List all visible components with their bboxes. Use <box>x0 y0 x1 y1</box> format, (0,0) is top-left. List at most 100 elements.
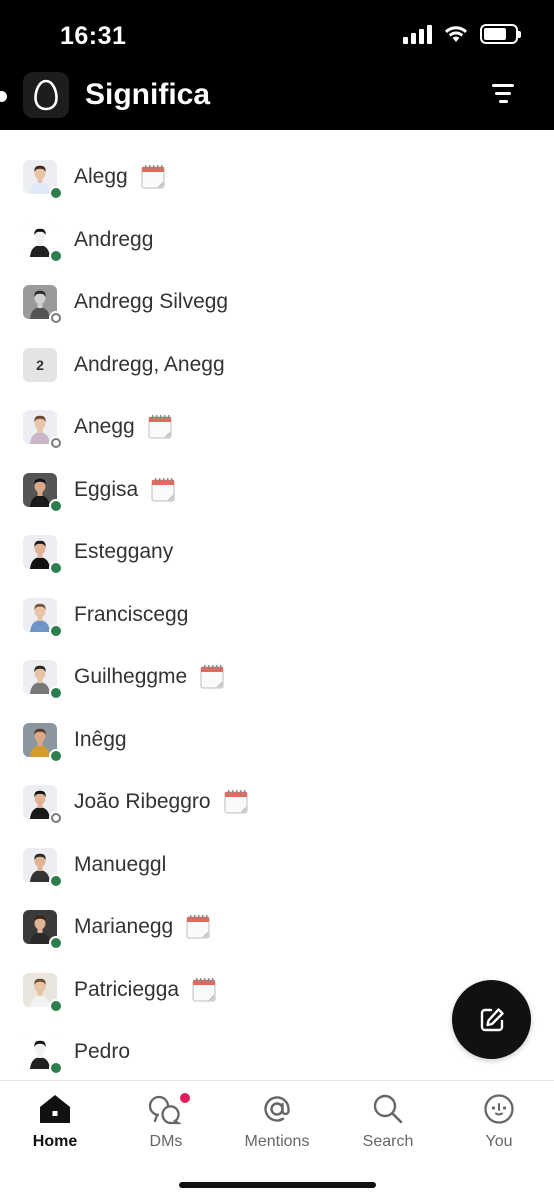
presence-active-indicator <box>49 686 63 700</box>
presence-active-indicator <box>49 561 63 575</box>
dm-list-item[interactable]: Esteggany <box>0 521 554 583</box>
dm-name-wrap: Esteggany <box>74 540 173 564</box>
dm-name: Pedro <box>74 1040 131 1063</box>
egg-icon <box>34 79 58 111</box>
filter-button[interactable] <box>490 84 516 106</box>
dm-list-item[interactable]: João Ribeggro <box>0 771 554 833</box>
tab-label: Search <box>362 1133 414 1150</box>
battery-icon <box>480 24 521 44</box>
calendar-status-icon <box>223 789 249 815</box>
dm-list-item[interactable]: Andregg Silvegg <box>0 271 554 333</box>
status-time: 16:31 <box>60 22 127 50</box>
dm-name-wrap: Pedro <box>74 1040 130 1064</box>
dm-name-wrap: Manueggl <box>74 853 166 877</box>
dm-name: Franciscegg <box>74 602 189 626</box>
avatar <box>23 1035 63 1075</box>
calendar-status-icon <box>140 164 166 190</box>
tab-label: Mentions <box>244 1133 310 1150</box>
presence-away-indicator <box>49 811 63 825</box>
avatar <box>23 910 63 950</box>
dm-list-item[interactable]: Manueggl <box>0 834 554 896</box>
presence-active-indicator <box>49 1061 63 1075</box>
tab-label: You <box>485 1133 513 1150</box>
tab-mentions[interactable]: Mentions <box>222 1091 332 1151</box>
dm-name: Patriciegga <box>74 977 180 1001</box>
avatar <box>23 222 63 263</box>
dm-list-item[interactable]: 2 Andregg, Anegg <box>0 334 554 396</box>
tab-label: Home <box>32 1133 78 1150</box>
dm-name-wrap: Eggisa <box>74 477 176 503</box>
workspace-name[interactable]: Significa <box>85 78 210 112</box>
dm-name-wrap: João Ribeggro <box>74 789 249 815</box>
avatar <box>23 847 63 888</box>
dm-name: Eggisa <box>74 477 139 501</box>
wifi-icon <box>445 26 467 42</box>
dm-list-item[interactable]: Alegg <box>0 146 554 208</box>
dm-name: Andregg <box>74 227 154 251</box>
presence-active-indicator <box>49 998 63 1013</box>
avatar <box>23 410 63 450</box>
you-icon <box>481 1091 517 1127</box>
presence-active-indicator <box>49 873 63 888</box>
home-indicator[interactable] <box>179 1182 376 1188</box>
dm-name: Guilheggme <box>74 665 188 688</box>
dm-name-wrap: Marianegg <box>74 914 211 940</box>
conversation-list[interactable]: Alegg Andregg Andregg Silvegg 2 Andregg, Ane… <box>0 130 554 1080</box>
calendar-status-icon <box>150 477 176 503</box>
avatar <box>23 722 63 763</box>
avatar <box>23 660 63 700</box>
search-icon <box>370 1091 406 1127</box>
filter-icon <box>492 84 514 87</box>
dm-list-item[interactable]: Andregg <box>0 209 554 271</box>
tab-label: DMs <box>149 1133 183 1150</box>
dm-name: Alegg <box>74 165 128 188</box>
workspace-logo[interactable] <box>23 72 69 118</box>
dm-name-wrap: Franciscegg <box>74 603 188 627</box>
calendar-status-icon <box>147 414 173 440</box>
dm-name-wrap: Andregg <box>74 228 153 252</box>
calendar-status-icon <box>185 914 211 940</box>
presence-away-indicator <box>49 436 63 450</box>
dm-name: Anegg <box>74 415 135 438</box>
presence-active-indicator <box>49 186 63 200</box>
tab-dms[interactable]: DMs <box>111 1091 221 1151</box>
unread-indicator-dot <box>0 91 7 102</box>
dm-list-item[interactable]: Marianegg <box>0 896 554 958</box>
dm-list-item[interactable]: Anegg <box>0 396 554 458</box>
avatar <box>23 785 63 825</box>
dm-name-wrap: Inêgg <box>74 728 127 752</box>
presence-active-indicator <box>49 623 63 638</box>
dm-list-item[interactable]: Inêgg <box>0 709 554 771</box>
calendar-status-icon <box>199 664 225 690</box>
avatar <box>23 472 63 513</box>
dm-name: Marianegg <box>74 915 174 938</box>
tab-bar: Home DMs Mentions Search You <box>0 1080 554 1200</box>
compose-icon <box>480 1007 504 1031</box>
avatar <box>23 972 63 1013</box>
dm-name-wrap: Andregg Silvegg <box>74 290 228 314</box>
dm-list-item[interactable]: Eggisa <box>0 459 554 521</box>
avatar <box>23 160 63 200</box>
dm-name: Andregg Silvegg <box>74 290 229 313</box>
dm-name-wrap: Andregg, Anegg <box>74 353 225 377</box>
tab-search[interactable]: Search <box>333 1091 443 1151</box>
avatar <box>23 285 63 325</box>
dm-list-item[interactable]: Franciscegg <box>0 584 554 646</box>
top-bar: 16:31 Significa <box>0 0 554 130</box>
dm-list-item[interactable]: Guilheggme <box>0 646 554 708</box>
avatar <box>23 535 63 575</box>
presence-active-indicator <box>49 936 63 950</box>
dm-name: João Ribeggro <box>74 790 211 813</box>
dm-name-wrap: Guilheggme <box>74 664 225 690</box>
dm-name-wrap: Anegg <box>74 414 173 440</box>
dm-name-wrap: Patriciegga <box>74 977 217 1003</box>
tab-home[interactable]: Home <box>0 1091 110 1151</box>
presence-active-indicator <box>49 748 63 763</box>
tab-you[interactable]: You <box>444 1091 554 1151</box>
presence-away-indicator <box>49 311 63 325</box>
status-icons <box>403 24 521 44</box>
group-count-avatar: 2 <box>23 347 57 382</box>
cellular-signal-icon <box>403 24 432 44</box>
dm-name: Esteggany <box>74 540 174 563</box>
compose-button[interactable] <box>452 980 531 1059</box>
